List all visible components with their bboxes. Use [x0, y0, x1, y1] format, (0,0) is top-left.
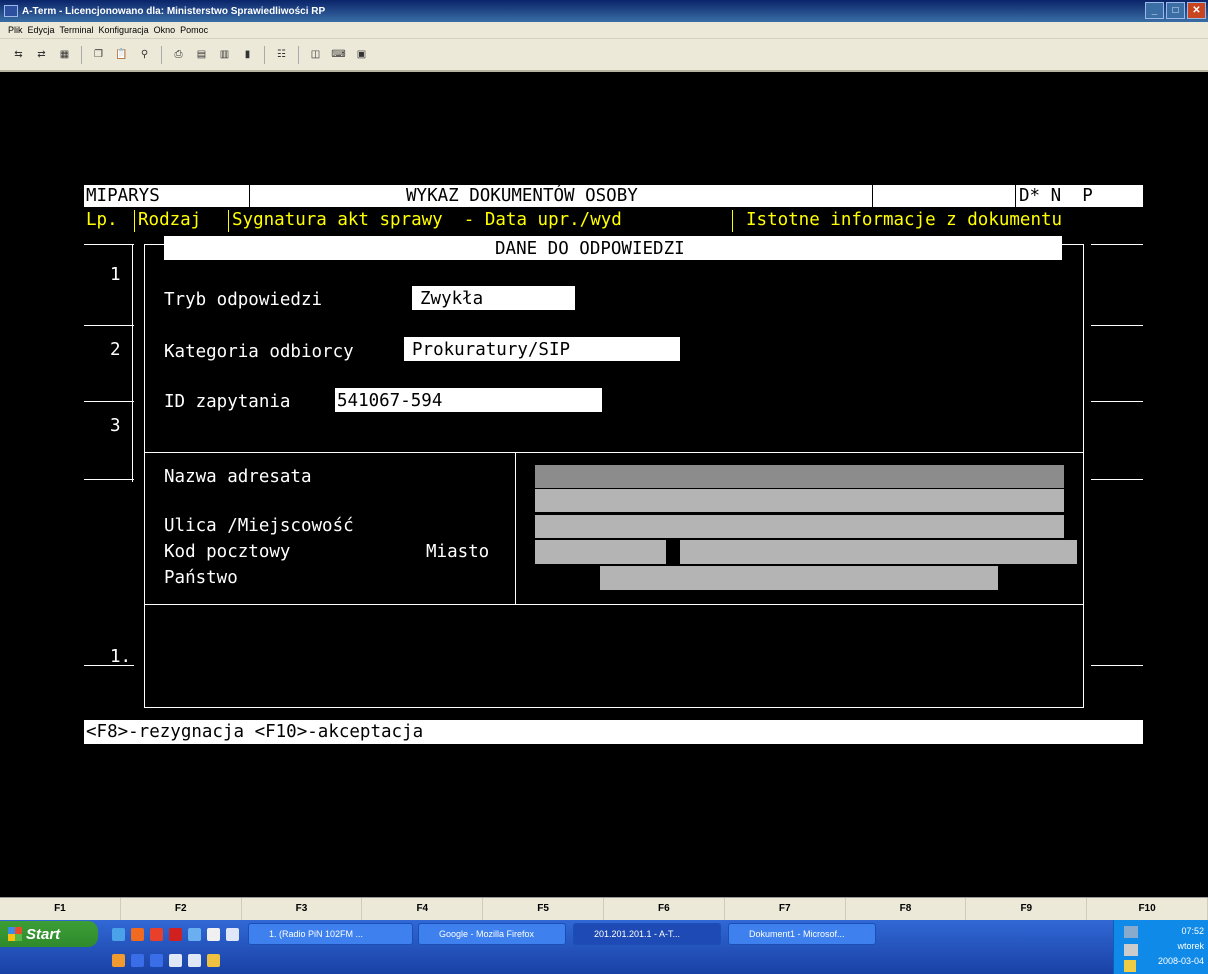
taskbar-firefox[interactable]: Google - Mozilla Firefox: [418, 923, 566, 945]
copy-icon[interactable]: ❐: [90, 47, 107, 63]
desktop-icon[interactable]: [226, 928, 239, 941]
app-icon-tool[interactable]: ▣: [353, 47, 370, 63]
header-right: D* N P: [1019, 186, 1093, 206]
miasto-field[interactable]: [680, 540, 1077, 564]
fkey-f9[interactable]: F9: [966, 898, 1088, 920]
book-icon[interactable]: ▮: [239, 47, 256, 63]
fkey-f4[interactable]: F4: [362, 898, 484, 920]
window-title: A-Term - Licencjonowano dla: Ministerstw…: [22, 5, 326, 17]
menu-edycja[interactable]: Edycja: [28, 25, 55, 35]
dialog-title: DANE DO ODPOWIEDZI: [495, 239, 685, 259]
volume-tray-icon[interactable]: [1124, 944, 1138, 956]
taskbar: Start 1. (Radio PiN 102FM ... Google - M…: [0, 920, 1208, 974]
nazwa-field[interactable]: [535, 465, 1064, 488]
maximize-button[interactable]: □: [1166, 2, 1185, 19]
kategoria-value: Prokuratury/SIP: [412, 340, 571, 360]
panstwo-label: Państwo: [164, 568, 238, 588]
cursor: [668, 540, 680, 564]
connect-icon[interactable]: ⇆: [10, 47, 27, 63]
fkey-f6[interactable]: F6: [604, 898, 725, 920]
windows-logo-icon: [8, 927, 22, 941]
kod-field[interactable]: [535, 540, 666, 564]
panstwo-field[interactable]: [600, 566, 998, 590]
function-key-bar: F1 F2 F3 F4 F5 F6 F7 F8 F9 F10: [0, 897, 1208, 920]
menu-plik[interactable]: Plik: [8, 25, 23, 35]
clock-day: wtorek: [1177, 941, 1204, 951]
nazwa-field-2[interactable]: [535, 489, 1064, 512]
media-icon[interactable]: [150, 928, 163, 941]
menu-pomoc[interactable]: Pomoc: [180, 25, 208, 35]
menu-okno[interactable]: Okno: [154, 25, 176, 35]
header-left: MIPARYS: [86, 186, 160, 206]
taskbar-word[interactable]: Dokument1 - Microsof...: [728, 923, 876, 945]
nazwa-label: Nazwa adresata: [164, 467, 312, 487]
clock-date: 2008-03-04: [1157, 956, 1204, 966]
search-icon[interactable]: [207, 928, 220, 941]
tray-icon-3[interactable]: [1124, 960, 1136, 972]
fkey-f2[interactable]: F2: [121, 898, 242, 920]
network-tray-icon[interactable]: [1124, 926, 1138, 938]
network-icon[interactable]: [188, 928, 201, 941]
kod-label: Kod pocztowy: [164, 542, 291, 562]
system-tray: 07:52 wtorek 2008-03-04: [1113, 920, 1208, 974]
print-icon[interactable]: ⎙: [170, 47, 187, 63]
word-icon[interactable]: [131, 954, 144, 967]
title-bar: A-Term - Licencjonowano dla: Ministerstw…: [0, 0, 1208, 22]
id-value: 541067-594: [337, 391, 443, 411]
col-istotne: Istotne informacje z dokumentu: [746, 210, 1063, 230]
id-label: ID zapytania: [164, 392, 291, 412]
disconnect-icon[interactable]: ⇄: [33, 47, 50, 63]
screen-icon[interactable]: ▦: [56, 47, 73, 63]
minimize-button[interactable]: _: [1145, 2, 1164, 19]
properties-icon[interactable]: ☷: [273, 47, 290, 63]
word-icon-2[interactable]: [150, 954, 163, 967]
fkey-f5[interactable]: F5: [483, 898, 604, 920]
footer-keys: <F8>-rezygnacja <F10>-akceptacja: [86, 722, 424, 742]
firefox-icon[interactable]: [131, 928, 144, 941]
col-lp: Lp.: [86, 210, 118, 230]
fkey-f3[interactable]: F3: [242, 898, 363, 920]
ie-icon[interactable]: [112, 928, 125, 941]
col-rodzaj: Rodzaj: [138, 210, 202, 230]
kategoria-label: Kategoria odbiorcy: [164, 342, 354, 362]
paste-icon[interactable]: 📋: [113, 47, 130, 63]
row-number-1: 1: [110, 265, 121, 285]
firefox-icon-2[interactable]: [112, 954, 125, 967]
ulica-field[interactable]: [535, 515, 1064, 538]
ftp-download-icon[interactable]: ▥: [216, 47, 233, 63]
taskbar-aterm[interactable]: 201.201.201.1 - A-T...: [573, 923, 721, 945]
close-button[interactable]: ✕: [1187, 2, 1206, 19]
toolbar: ⇆ ⇄ ▦ ❐ 📋 ⚲ ⎙ ▤ ▥ ▮ ☷ ◫ ⌨ ▣: [0, 39, 1208, 72]
menu-bar: Plik Edycja Terminal Konfiguracja Okno P…: [0, 22, 1208, 39]
winamp-icon[interactable]: [207, 954, 220, 967]
save-icon[interactable]: [188, 954, 201, 967]
keyboard-icon[interactable]: ⌨: [330, 47, 347, 63]
terminal-screen[interactable]: MIPARYS WYKAZ DOKUMENTÓW OSOBY D* N P Lp…: [6, 74, 1202, 897]
fkey-f8[interactable]: F8: [846, 898, 967, 920]
fkey-f10[interactable]: F10: [1087, 898, 1208, 920]
fkey-f1[interactable]: F1: [0, 898, 121, 920]
miasto-label: Miasto: [426, 542, 490, 562]
app-icon: [4, 5, 18, 17]
clock-time[interactable]: 07:52: [1158, 924, 1204, 939]
menu-konfiguracja[interactable]: Konfiguracja: [99, 25, 149, 35]
row-number-2: 2: [110, 340, 121, 360]
taskbar-radio-pin[interactable]: 1. (Radio PiN 102FM ...: [248, 923, 413, 945]
window-icon-2[interactable]: [169, 954, 182, 967]
start-label: Start: [26, 925, 61, 943]
start-button[interactable]: Start: [0, 921, 98, 947]
ftp-icon[interactable]: ▤: [193, 47, 210, 63]
header-title: WYKAZ DOKUMENTÓW OSOBY: [406, 186, 638, 206]
menu-terminal[interactable]: Terminal: [60, 25, 94, 35]
row-number-1b: 1.: [110, 647, 132, 667]
col-sygnatura: Sygnatura akt sprawy - Data upr./wyd: [232, 210, 622, 230]
find-icon[interactable]: ⚲: [136, 47, 153, 63]
ulica-label: Ulica /Miejscowość: [164, 516, 354, 536]
row-number-3: 3: [110, 416, 121, 436]
tryb-label: Tryb odpowiedzi: [164, 290, 323, 310]
tryb-value: Zwykła: [420, 289, 484, 309]
acrobat-icon[interactable]: [169, 928, 182, 941]
fkey-f7[interactable]: F7: [725, 898, 846, 920]
window-icon[interactable]: ◫: [307, 47, 324, 63]
